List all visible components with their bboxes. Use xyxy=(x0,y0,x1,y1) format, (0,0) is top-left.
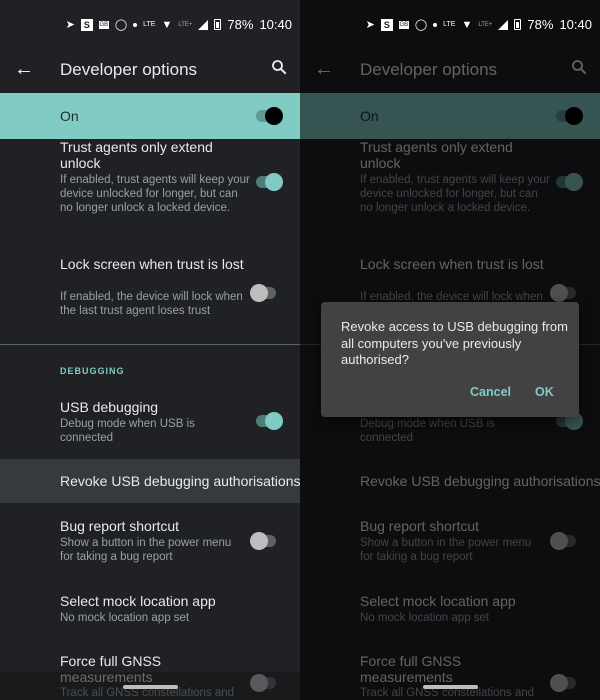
setting-usb-debugging[interactable]: USB debugging Debug mode when USB is con… xyxy=(0,399,300,449)
cancel-button[interactable]: Cancel xyxy=(470,385,511,399)
setting-title: USB debugging xyxy=(60,399,159,415)
wifi-icon: ▼ xyxy=(161,18,173,31)
setting-mock-location[interactable]: Select mock location app No mock locatio… xyxy=(0,593,300,633)
search-icon[interactable] xyxy=(270,58,288,76)
arrow-back-icon[interactable]: ← xyxy=(14,58,34,81)
usb-debugging-toggle[interactable] xyxy=(256,412,283,430)
setting-summary: If enabled, trust agents will keep your … xyxy=(60,174,250,214)
signal-icon xyxy=(498,19,509,30)
setting-bug-report[interactable]: Bug report shortcut Show a button in the… xyxy=(0,518,300,568)
revoke-confirm-dialog: Revoke access to USB debugging from all … xyxy=(321,302,579,417)
gb-icon: GB xyxy=(98,20,109,29)
notification-dot-icon xyxy=(433,22,438,27)
whatsapp-icon: ◯ xyxy=(414,18,428,31)
screen-before: ➤ S GB ◯ LTE ▼ LTE+ 78% 10:40 ← Develope… xyxy=(0,0,300,700)
setting-summary: Show a button in the power menu for taki… xyxy=(60,537,232,563)
page-title: Developer options xyxy=(60,60,198,79)
setting-title: Select mock location app xyxy=(60,593,216,609)
setting-revoke-usb[interactable]: Revoke USB debugging authorisations xyxy=(0,459,300,503)
home-gesture-handle[interactable] xyxy=(423,685,478,689)
s-app-icon: S xyxy=(380,18,393,31)
setting-title: Bug report shortcut xyxy=(60,518,180,534)
setting-summary: Debug mode when USB is connected xyxy=(60,418,195,444)
trust-agents-toggle[interactable] xyxy=(256,173,283,191)
battery-icon xyxy=(214,19,222,30)
wifi-icon: ▼ xyxy=(461,18,473,31)
divider xyxy=(0,344,300,345)
setting-title: Revoke USB debugging authorisations xyxy=(60,473,300,489)
setting-title: Trust agents only extend unlock xyxy=(60,139,213,171)
home-gesture-handle[interactable] xyxy=(123,685,178,689)
volte-icon: LTE xyxy=(443,20,456,28)
clock: 10:40 xyxy=(559,17,592,32)
notification-dot-icon xyxy=(133,22,138,27)
setting-summary: No mock location app set xyxy=(60,612,190,624)
battery-percent: 78% xyxy=(527,17,554,32)
lock-screen-toggle[interactable] xyxy=(250,284,276,302)
lte-plus-icon: LTE+ xyxy=(178,21,193,28)
gb-icon: GB xyxy=(398,20,409,29)
volte-icon: LTE xyxy=(143,20,156,28)
clock: 10:40 xyxy=(259,17,292,32)
battery-icon xyxy=(514,19,522,30)
setting-summary: If enabled, the device will lock when th… xyxy=(60,291,243,317)
section-header-debugging: DEBUGGING xyxy=(60,366,125,376)
bug-report-toggle[interactable] xyxy=(250,532,276,550)
whatsapp-icon: ◯ xyxy=(114,18,128,31)
master-switch-row[interactable]: On xyxy=(0,93,300,139)
master-toggle[interactable] xyxy=(256,107,283,125)
lte-plus-icon: LTE+ xyxy=(478,21,493,28)
dialog-message: Revoke access to USB debugging from all … xyxy=(341,319,568,367)
s-app-icon: S xyxy=(80,18,93,31)
ok-button[interactable]: OK xyxy=(535,385,554,399)
telegram-icon: ➤ xyxy=(365,18,375,31)
status-bar: ➤ S GB ◯ LTE ▼ LTE+ 78% 10:40 xyxy=(0,0,300,52)
setting-lock-screen[interactable]: Lock screen when trust is lost If enable… xyxy=(0,256,300,336)
signal-icon xyxy=(198,19,209,30)
master-switch-label: On xyxy=(60,108,79,124)
screen-with-dialog: ➤ S GB ◯ LTE ▼ LTE+ 78% 10:40 ← Develope… xyxy=(300,0,600,700)
setting-trust-agents[interactable]: Trust agents only extend unlock If enabl… xyxy=(0,139,300,239)
battery-percent: 78% xyxy=(227,17,254,32)
toolbar: ← Developer options xyxy=(0,52,300,92)
telegram-icon: ➤ xyxy=(65,18,75,31)
setting-title: Lock screen when trust is lost xyxy=(60,256,244,272)
